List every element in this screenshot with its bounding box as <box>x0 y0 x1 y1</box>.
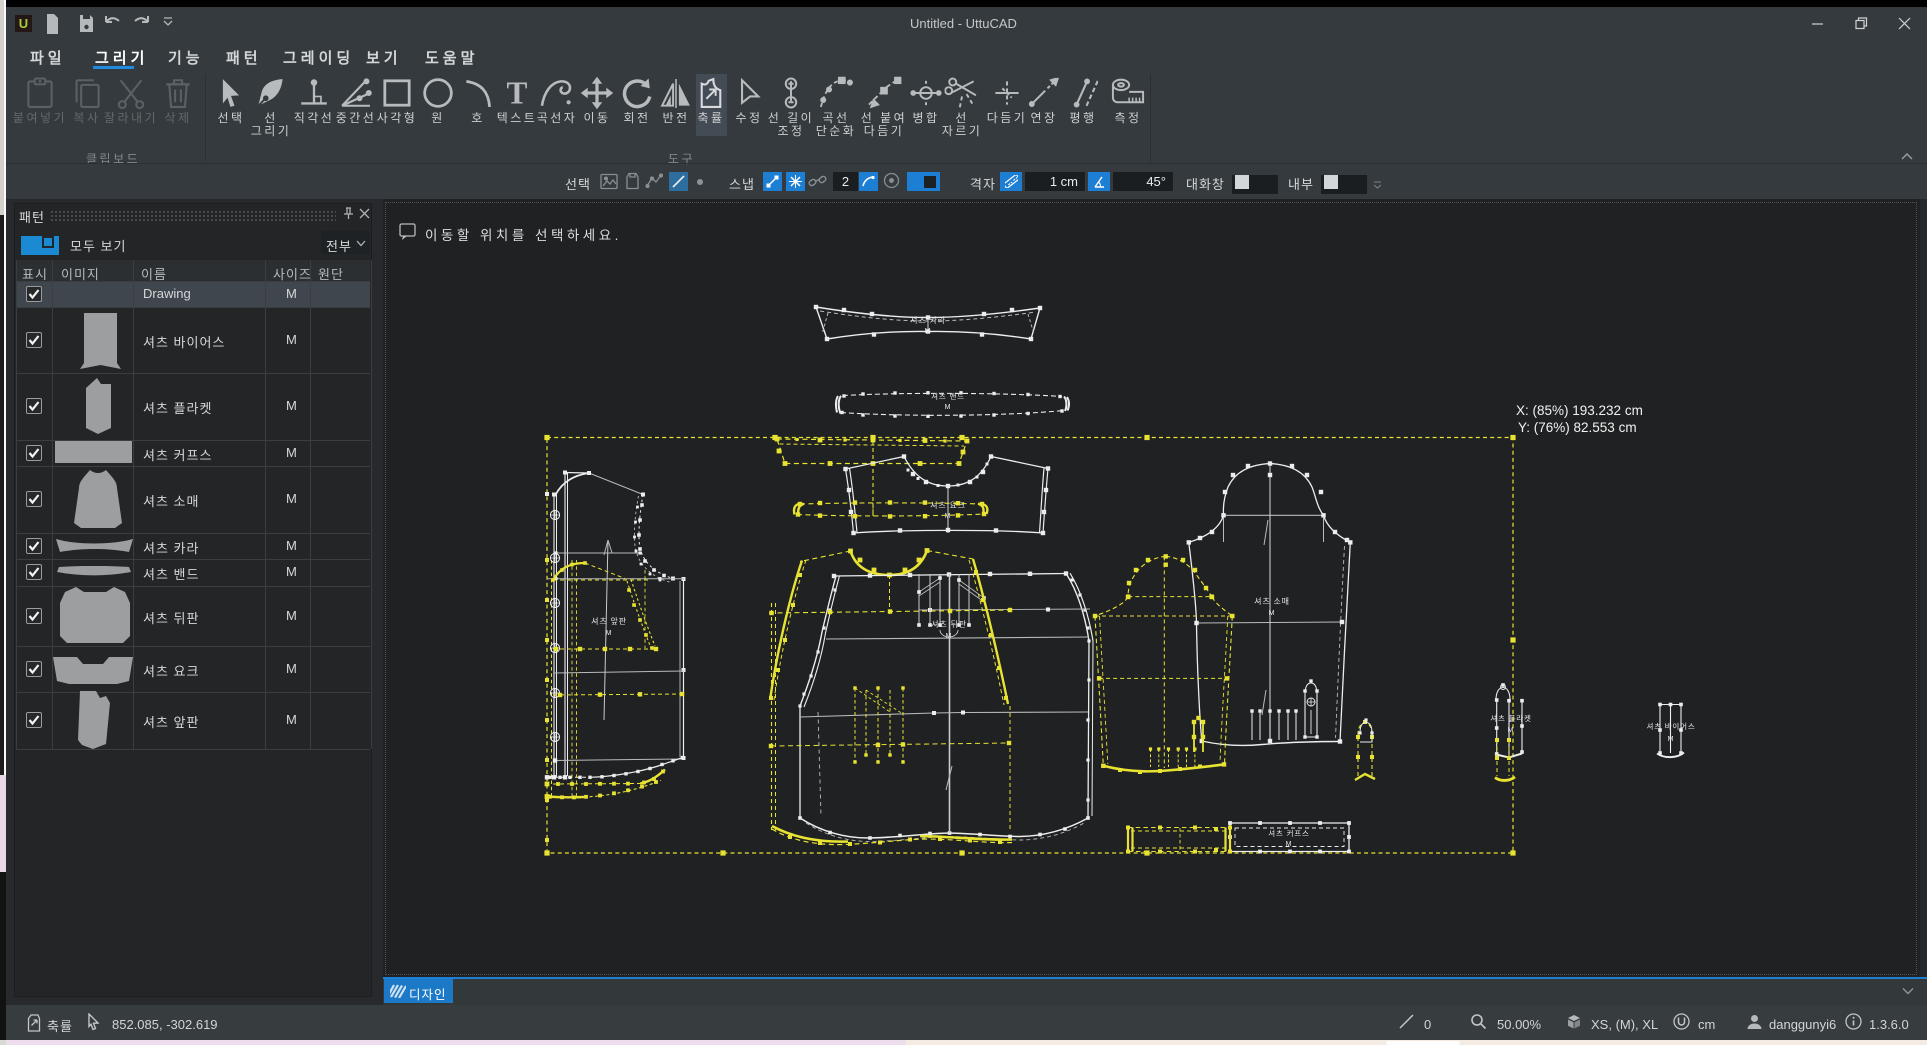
svg-text:M: M <box>945 404 952 411</box>
svg-text:M: M <box>606 630 613 637</box>
svg-text:M: M <box>1286 841 1293 848</box>
svg-text:셔츠 요크: 셔츠 요크 <box>930 501 966 510</box>
svg-text:M: M <box>1269 610 1276 617</box>
svg-text:셔츠 소매: 셔츠 소매 <box>1254 597 1290 606</box>
svg-text:M: M <box>1668 736 1675 743</box>
svg-text:셔츠 뒤판: 셔츠 뒤판 <box>931 620 967 629</box>
svg-text:셔츠 앞판: 셔츠 앞판 <box>591 616 627 626</box>
svg-text:셔츠 밴드: 셔츠 밴드 <box>931 392 965 401</box>
svg-text:셔츠 바이어스: 셔츠 바이어스 <box>1646 721 1695 731</box>
svg-text:셔츠 카라: 셔츠 카라 <box>910 316 946 325</box>
svg-text:M: M <box>1508 727 1515 734</box>
svg-text:M: M <box>925 328 932 335</box>
svg-text:셔츠 플라켓: 셔츠 플라켓 <box>1490 713 1531 723</box>
svg-text:셔츠 커프스: 셔츠 커프스 <box>1268 829 1309 838</box>
svg-text:M: M <box>945 513 952 520</box>
